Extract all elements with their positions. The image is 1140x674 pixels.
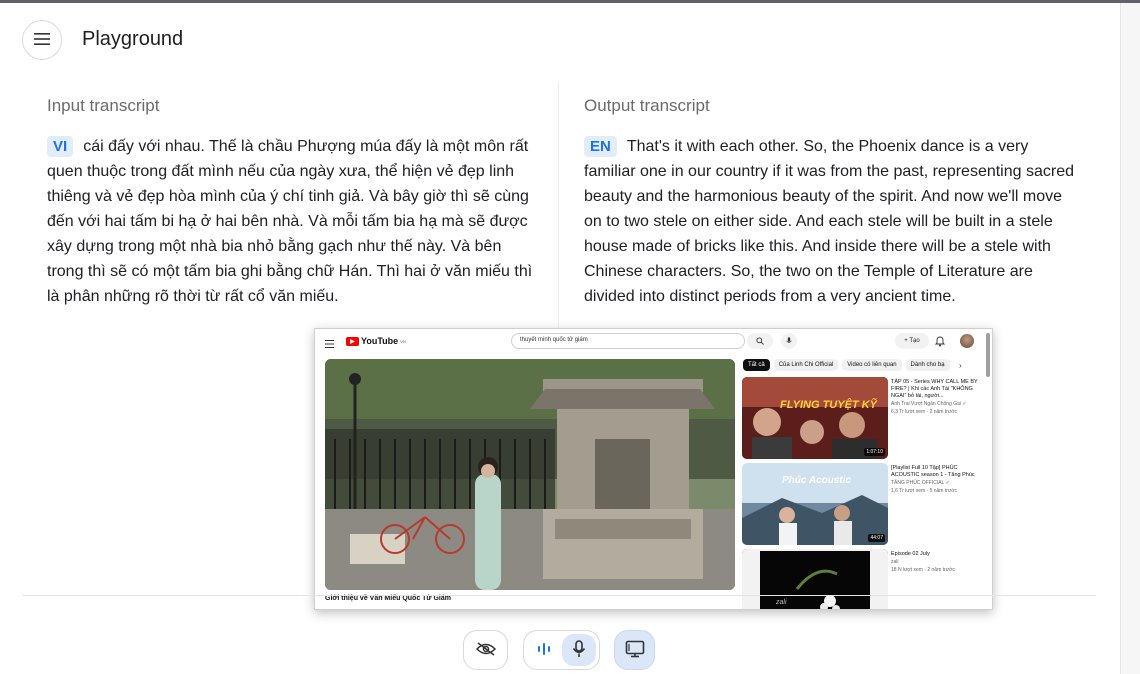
recommendation-stats: 6,3 Tr lượt xem · 2 năm trước xyxy=(891,409,958,415)
output-transcript-heading: Output transcript xyxy=(584,96,710,115)
page-scrollbar[interactable] xyxy=(1120,3,1140,674)
audio-level-button[interactable] xyxy=(527,634,561,666)
input-transcript-heading: Input transcript xyxy=(47,96,160,115)
menu-button[interactable] xyxy=(22,20,62,60)
youtube-search-input[interactable]: thuyết minh quốc tử giám xyxy=(511,333,745,349)
youtube-menu-icon[interactable] xyxy=(325,335,334,353)
input-transcript-panel: Input transcript VI cái đấy với nhau. Thế… xyxy=(47,96,539,309)
video-frame xyxy=(325,359,735,590)
thumbnail-caption: Phúc Acoustic xyxy=(782,475,852,486)
recommendation-title[interactable]: Episode 02 July xyxy=(891,551,983,558)
thumbnail-caption: FLYING TUYỆT KỸ xyxy=(780,399,877,411)
youtube-logo-text: YouTube xyxy=(361,336,399,346)
youtube-header: YouTube VN thuyết minh quốc tử giám + Tạ… xyxy=(315,329,992,355)
shared-screen-preview[interactable]: YouTube VN thuyết minh quốc tử giám + Tạ… xyxy=(314,328,993,610)
chip-channel[interactable]: Của Linh Chi Official xyxy=(773,359,839,371)
recommendation-title[interactable]: [Playlist Full 10 Tập] PHÚC ACOUSTIC sea… xyxy=(891,465,983,479)
input-language-badge: VI xyxy=(47,136,74,157)
output-transcript-body: That's it with each other. So, the Phoen… xyxy=(584,138,1074,305)
top-border xyxy=(0,0,1140,3)
app-title: Playground xyxy=(82,28,184,50)
toggle-visibility-button[interactable] xyxy=(463,630,508,670)
recommendation-title[interactable]: TẬP 05 - Series WHY CALL ME BY FIRE? | K… xyxy=(891,379,983,400)
video-title[interactable]: Giới thiệu về Văn Miếu Quốc Tử Giám xyxy=(325,595,451,602)
thumbnail-image xyxy=(742,377,888,459)
microphone-button[interactable] xyxy=(562,634,596,666)
search-icon xyxy=(756,332,764,350)
audio-controls xyxy=(523,630,600,670)
chip-all[interactable]: Tất cả xyxy=(743,359,770,371)
chevron-right-icon[interactable]: › xyxy=(959,361,962,370)
mic-icon xyxy=(786,332,792,350)
recommendation-thumbnail[interactable]: FLYING TUYỆT KỸ 1:07:10 xyxy=(742,377,888,459)
output-language-badge: EN xyxy=(584,136,617,157)
video-duration: 1:07:10 xyxy=(864,448,885,456)
video-duration: 44:07 xyxy=(868,534,885,542)
youtube-video-player[interactable] xyxy=(325,359,735,590)
recommendation-meta: [Playlist Full 10 Tập] PHÚC ACOUSTIC sea… xyxy=(891,465,983,495)
recommendation-thumbnail[interactable]: Phúc Acoustic 44:07 xyxy=(742,463,888,545)
recommendation-meta: TẬP 05 - Series WHY CALL ME BY FIRE? | K… xyxy=(891,379,983,416)
chip-for-you[interactable]: Dành cho bạ xyxy=(905,359,950,371)
screen-share-icon xyxy=(625,640,645,661)
youtube-voice-search-button[interactable] xyxy=(781,333,797,349)
recommendation-stats: 1,6 Tr lượt xem · 5 năm trước xyxy=(891,488,958,494)
screen-share-button[interactable] xyxy=(614,630,655,670)
output-transcript-text: EN That's it with each other. So, the Pho… xyxy=(584,134,1080,309)
youtube-logo[interactable]: YouTube VN xyxy=(346,336,406,346)
thumbnail-caption: zali xyxy=(776,599,787,606)
hamburger-menu-icon xyxy=(34,32,50,48)
recommendation-channel[interactable]: zali xyxy=(891,559,983,566)
input-transcript-text: VI cái đấy với nhau. Thế là chầu Phượng m… xyxy=(47,134,539,309)
recommendation-thumbnail[interactable]: zali xyxy=(742,549,888,609)
recommendation-channel[interactable]: Anh Trai Vượt Ngàn Chông Gai ✓ xyxy=(891,401,983,408)
youtube-filter-chips: Tất cả Của Linh Chi Official Video có li… xyxy=(743,359,950,371)
youtube-avatar[interactable] xyxy=(960,334,974,348)
input-transcript-body: cái đấy với nhau. Thế là chầu Phượng múa… xyxy=(47,138,533,305)
thumbnail-image xyxy=(742,549,888,609)
controls-divider xyxy=(22,595,1096,596)
youtube-logo-region: VN xyxy=(400,338,406,344)
audio-wave-icon xyxy=(536,641,552,660)
bell-icon[interactable] xyxy=(934,334,946,352)
chip-related[interactable]: Video có liên quan xyxy=(842,359,902,371)
recommendation-channel[interactable]: TĂNG PHÚC OFFICIAL ✓ xyxy=(891,480,983,487)
youtube-scrollbar[interactable] xyxy=(986,333,990,377)
youtube-search-button[interactable] xyxy=(747,333,773,349)
output-transcript-panel: Output transcript EN That's it with each … xyxy=(584,96,1080,309)
youtube-create-button[interactable]: + Tạo xyxy=(895,333,929,349)
youtube-play-icon xyxy=(346,336,359,346)
recommendation-meta: Episode 02 July zali 18 N lượt xem · 2 n… xyxy=(891,551,983,574)
mic-icon xyxy=(572,639,586,661)
eye-off-icon xyxy=(475,641,497,660)
recommendation-stats: 18 N lượt xem · 2 năm trước xyxy=(891,567,955,573)
